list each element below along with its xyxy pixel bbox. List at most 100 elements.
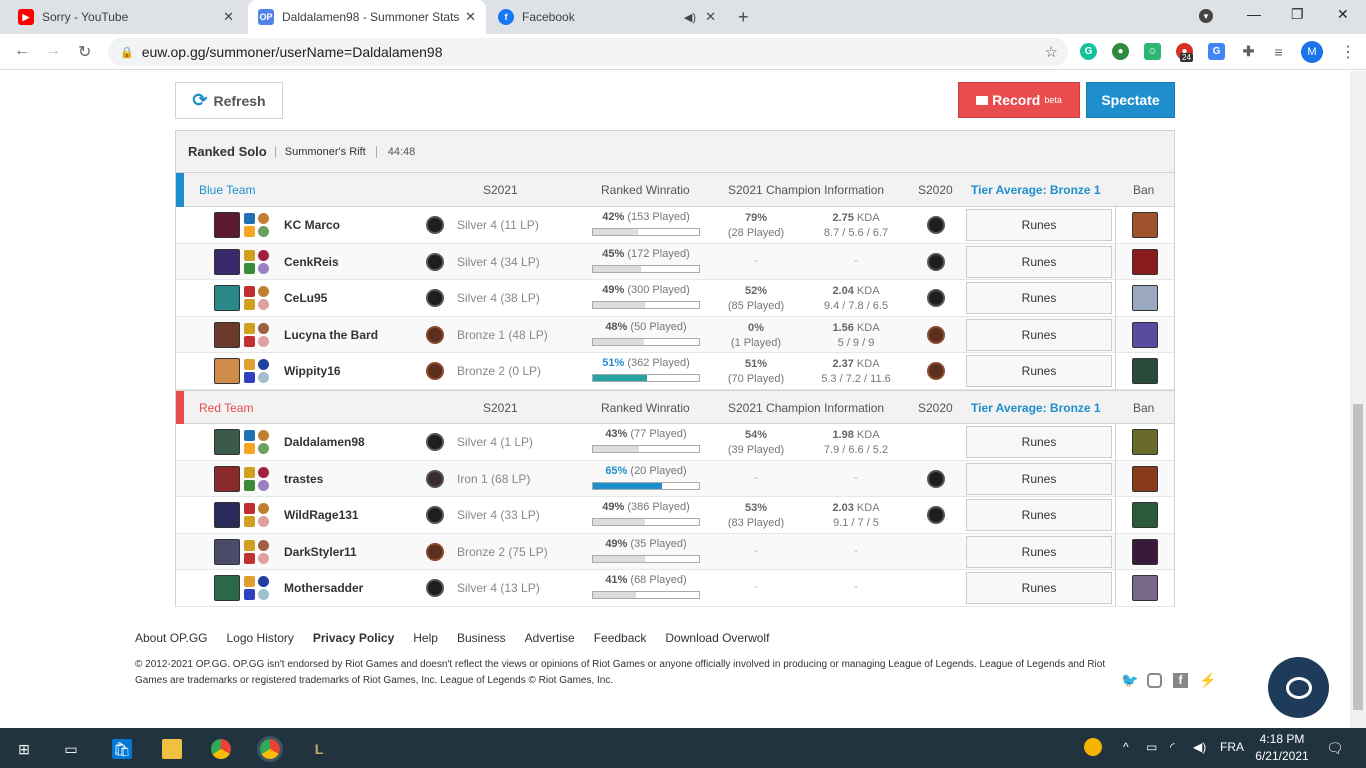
runes-button[interactable]: Runes (966, 499, 1112, 532)
refresh-button[interactable]: ⟳ Refresh (175, 82, 283, 119)
restore-button[interactable]: ❐ (1291, 6, 1304, 23)
summoner-name[interactable]: Mothersadder (284, 581, 363, 595)
summoner-spell-icon[interactable] (244, 299, 255, 311)
banned-champion-icon[interactable] (1132, 465, 1158, 492)
rune-icon[interactable] (258, 552, 269, 564)
rune-icon[interactable] (258, 589, 269, 601)
footer-link[interactable]: Advertise (525, 631, 575, 645)
summoner-spell-icon[interactable] (244, 443, 255, 454)
extensions-puzzle-icon[interactable]: ✚ (1240, 43, 1257, 60)
extension-chat-icon[interactable]: ☺ (1144, 43, 1161, 60)
banned-champion-icon[interactable] (1132, 212, 1158, 238)
rune-icon[interactable] (258, 503, 269, 515)
champion-icon[interactable] (214, 285, 240, 312)
tab-opgg[interactable]: OP Daldalamen98 - Summoner Stats ✕ (248, 0, 486, 34)
profile-avatar[interactable]: M (1301, 41, 1323, 63)
browser-menu-icon[interactable]: ⋮ (1340, 42, 1356, 62)
champion-icon[interactable] (214, 358, 240, 385)
rune-icon[interactable] (258, 226, 269, 237)
tab-search-icon[interactable]: ▼ (1199, 9, 1213, 23)
back-button[interactable]: ← (14, 42, 30, 60)
summoner-spell-icon[interactable] (244, 479, 255, 491)
banned-champion-icon[interactable] (1132, 321, 1158, 348)
footer-link[interactable]: About OP.GG (135, 631, 208, 645)
footer-link[interactable]: Feedback (594, 631, 647, 645)
banned-champion-icon[interactable] (1132, 248, 1158, 275)
tab-facebook[interactable]: f Facebook ◀) ✕ (488, 0, 726, 34)
runes-button[interactable]: Runes (966, 282, 1112, 315)
footer-link[interactable]: Business (457, 631, 506, 645)
summoner-spell-icon[interactable] (244, 503, 255, 515)
summoner-spell-icon[interactable] (244, 516, 255, 528)
grammarly-icon[interactable]: G (1080, 43, 1097, 60)
summoner-spell-icon[interactable] (244, 466, 255, 478)
summoner-name[interactable]: Daldalamen98 (284, 435, 365, 449)
banned-champion-icon[interactable] (1132, 575, 1158, 602)
summoner-spell-icon[interactable] (244, 552, 255, 564)
rune-icon[interactable] (258, 213, 269, 224)
tab-youtube[interactable]: ▶ Sorry - YouTube ✕ (8, 0, 244, 34)
summoner-spell-icon[interactable] (244, 589, 255, 601)
runes-button[interactable]: Runes (966, 245, 1112, 278)
rune-icon[interactable] (258, 576, 269, 588)
op-logo-icon[interactable]: ⚡ (1199, 672, 1216, 689)
summoner-name[interactable]: Lucyna the Bard (284, 328, 378, 342)
scrollbar-thumb[interactable] (1353, 404, 1363, 710)
summoner-spell-icon[interactable] (244, 539, 255, 551)
summoner-spell-icon[interactable] (244, 335, 255, 347)
runes-button[interactable]: Runes (966, 355, 1112, 388)
facebook-icon[interactable]: f (1173, 673, 1188, 688)
rune-icon[interactable] (258, 249, 269, 261)
summoner-name[interactable]: CenkReis (284, 255, 339, 269)
runes-button[interactable]: Runes (966, 426, 1112, 458)
rune-icon[interactable] (258, 443, 269, 454)
champion-icon[interactable] (214, 502, 240, 529)
rune-icon[interactable] (258, 430, 269, 441)
champion-icon[interactable] (214, 575, 240, 602)
tray-chevron-icon[interactable]: ^ (1123, 740, 1129, 754)
file-explorer-icon[interactable] (162, 739, 182, 759)
translate-icon[interactable]: G (1208, 43, 1225, 60)
new-tab-button[interactable]: + (738, 7, 749, 28)
lock-icon[interactable]: 🔒 (120, 46, 134, 59)
rune-icon[interactable] (258, 262, 269, 274)
minimize-button[interactable]: — (1247, 6, 1261, 22)
weather-icon[interactable] (1084, 738, 1102, 756)
close-tab-icon[interactable]: ✕ (223, 9, 234, 25)
banned-champion-icon[interactable] (1132, 429, 1158, 455)
close-window-button[interactable]: ✕ (1337, 6, 1349, 23)
banned-champion-icon[interactable] (1132, 358, 1158, 385)
banned-champion-icon[interactable] (1132, 502, 1158, 529)
summoner-spell-icon[interactable] (244, 262, 255, 274)
store-icon[interactable]: 🛍 (112, 739, 132, 759)
rune-icon[interactable] (258, 335, 269, 347)
rune-icon[interactable] (258, 516, 269, 528)
forward-button[interactable]: → (45, 42, 61, 60)
media-queue-icon[interactable]: ≡ (1270, 43, 1287, 60)
runes-button[interactable]: Runes (966, 572, 1112, 605)
runes-button[interactable]: Runes (966, 535, 1112, 568)
summoner-spell-icon[interactable] (244, 226, 255, 237)
summoner-spell-icon[interactable] (244, 322, 255, 334)
summoner-name[interactable]: Wippity16 (284, 364, 341, 378)
runes-button[interactable]: Runes (966, 462, 1112, 495)
twitter-icon[interactable]: 🐦 (1121, 672, 1138, 689)
banned-champion-icon[interactable] (1132, 285, 1158, 312)
summoner-spell-icon[interactable] (244, 372, 255, 384)
speaker-icon[interactable]: ◀) (684, 11, 696, 24)
champion-icon[interactable] (214, 465, 240, 492)
address-bar[interactable]: 🔒 euw.op.gg/summoner/userName=Daldalamen… (108, 38, 1068, 66)
banned-champion-icon[interactable] (1132, 538, 1158, 565)
bookmark-star-icon[interactable]: ☆ (1045, 43, 1058, 61)
system-clock[interactable]: 4:18 PM 6/21/2021 (1252, 731, 1312, 765)
summoner-name[interactable]: DarkStyler11 (284, 545, 357, 559)
summoner-spell-icon[interactable] (244, 430, 255, 441)
league-client-icon[interactable]: L (309, 739, 329, 759)
summoner-name[interactable]: KC Marco (284, 218, 340, 232)
summoner-spell-icon[interactable] (244, 286, 255, 298)
wifi-icon[interactable]: ◜ (1170, 740, 1175, 754)
summoner-spell-icon[interactable] (244, 249, 255, 261)
footer-link[interactable]: Logo History (227, 631, 294, 645)
summoner-spell-icon[interactable] (244, 359, 255, 371)
rune-icon[interactable] (258, 359, 269, 371)
